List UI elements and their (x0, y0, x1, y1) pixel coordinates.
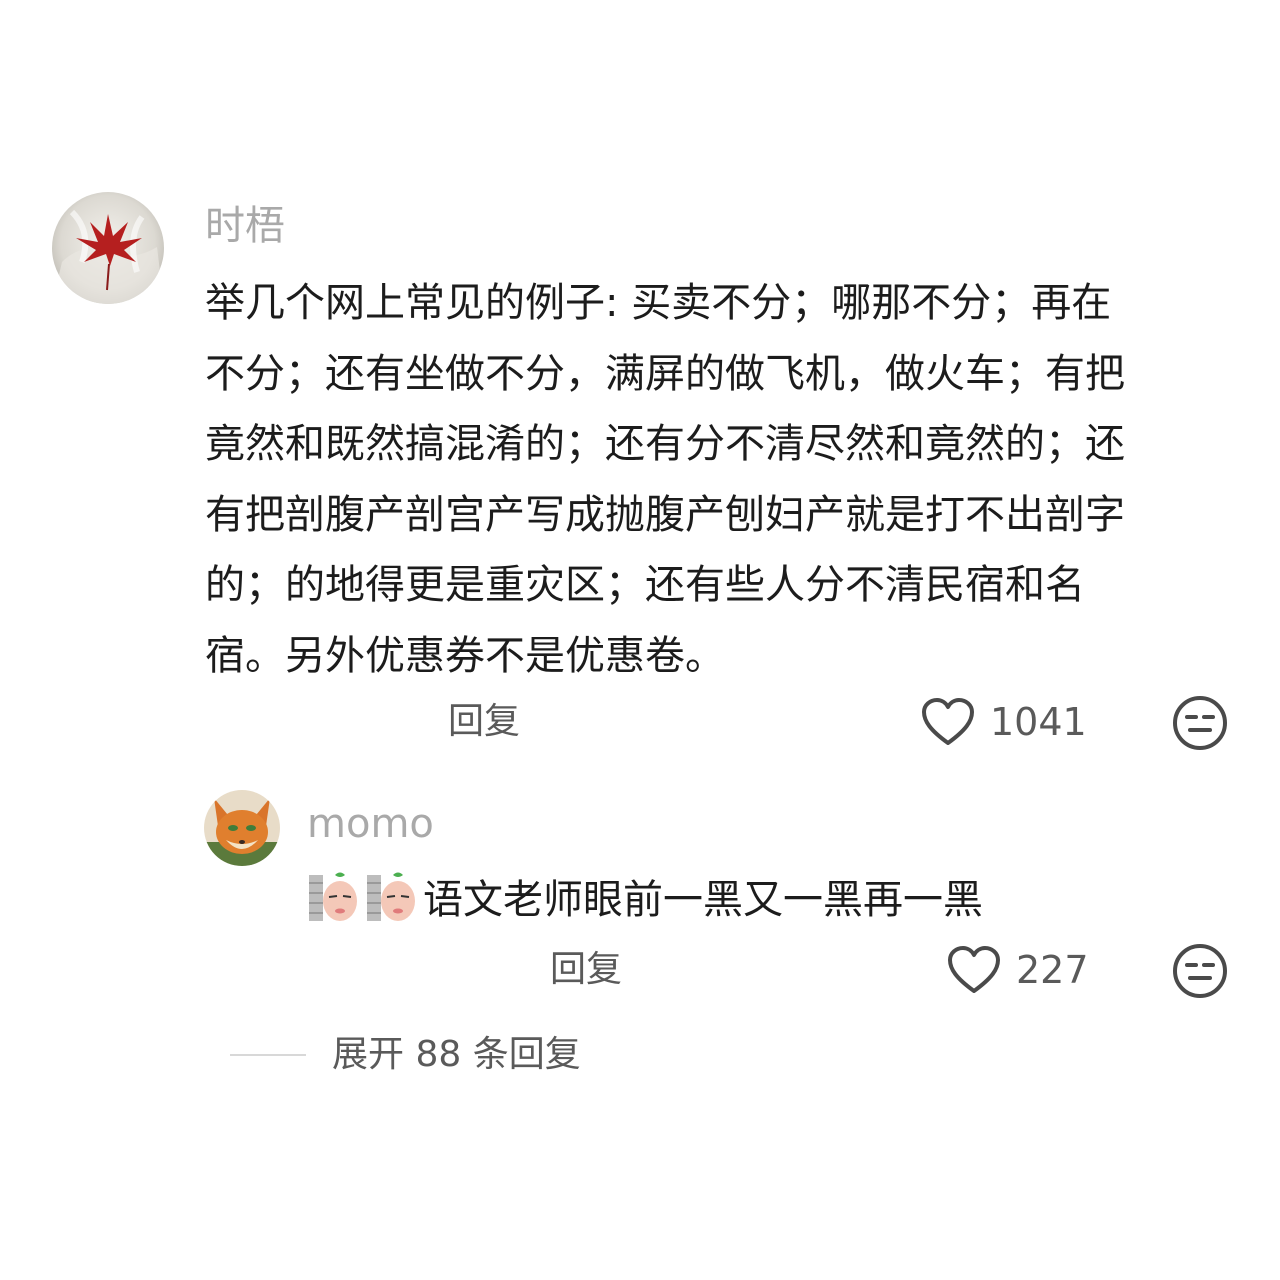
comment-text-content: 语文老师眼前一黑又一黑再一黑 (423, 877, 983, 923)
comment-text-line: 宿。另外优惠券不是优惠卷。 (205, 632, 725, 679)
comment-thread: 时梧 举几个网上常见的例子: 买卖不分；哪那不分；再在 不分；还有坐做不分，满屏… (0, 0, 1280, 1280)
unamused-face-icon (1173, 696, 1227, 750)
heart-icon (948, 946, 1000, 993)
unamused-face-icon (1173, 944, 1227, 998)
comment-text-line: 的；的地得更是重灾区；还有些人分不清民宿和名 (205, 562, 1085, 608)
comment-text: 语文老师眼前一黑又一黑再一黑 (307, 866, 983, 926)
red-maple-leaf-icon (52, 192, 164, 304)
username[interactable]: momo (307, 800, 434, 848)
smug-peanut-sticker (367, 872, 415, 921)
like-count: 1041 (990, 700, 1087, 744)
like-count: 227 (1016, 948, 1089, 992)
reply-button[interactable]: 回复 (448, 700, 520, 744)
comment-text-line: 竟然和既然搞混淆的；还有分不清尽然和竟然的；还 (205, 421, 1125, 467)
username[interactable]: 时梧 (205, 202, 285, 250)
user-avatar[interactable] (204, 790, 280, 866)
fox-avatar-icon (204, 790, 280, 866)
like-button[interactable]: 227 (946, 945, 1089, 995)
reaction-button[interactable] (1172, 695, 1228, 751)
heart-icon (922, 698, 974, 745)
divider (230, 1054, 306, 1056)
comment-text-line: 举几个网上常见的例子: 买卖不分；哪那不分；再在 (205, 280, 1112, 326)
comment-text-line: 有把剖腹产剖宫产写成抛腹产刨妇产就是打不出剖字 (205, 491, 1125, 538)
like-button[interactable]: 1041 (920, 697, 1087, 747)
reply-button[interactable]: 回复 (550, 948, 622, 992)
expand-replies-button[interactable]: 展开 88 条回复 (332, 1033, 581, 1077)
comment-text: 举几个网上常见的例子: 买卖不分；哪那不分；再在 不分；还有坐做不分，满屏的做飞… (205, 268, 1235, 691)
comment-text-line: 不分；还有坐做不分，满屏的做飞机，做火车；有把 (205, 350, 1125, 397)
user-avatar[interactable] (52, 192, 164, 304)
reaction-button[interactable] (1172, 943, 1228, 999)
smug-peanut-sticker (309, 872, 357, 921)
